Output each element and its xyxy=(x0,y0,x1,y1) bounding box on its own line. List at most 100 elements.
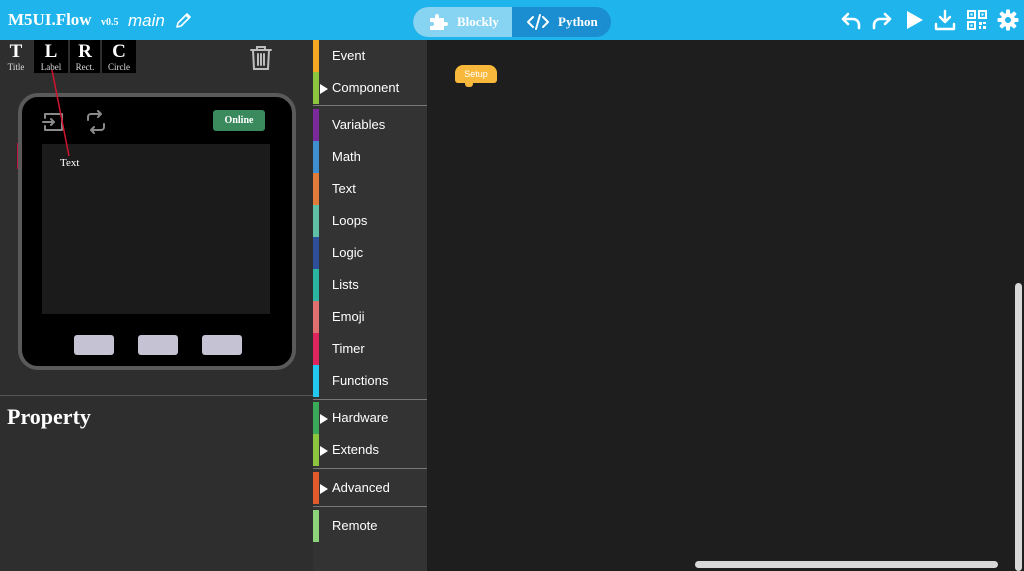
circle-tool-letter: C xyxy=(112,41,126,62)
python-tab[interactable]: Python xyxy=(512,7,611,37)
horizontal-scrollbar[interactable] xyxy=(695,561,998,568)
category-color-bar xyxy=(313,269,319,301)
undo-icon[interactable] xyxy=(840,9,862,31)
expand-arrow-icon xyxy=(320,446,328,456)
category-timer[interactable]: Timer xyxy=(313,333,427,365)
app: M5UI.Flow v0.5 main Blockly Python T Tit… xyxy=(0,0,1024,571)
category-label: Loops xyxy=(332,213,368,228)
expand-arrow-icon xyxy=(320,84,328,94)
category-color-bar xyxy=(313,237,319,269)
device-button-b[interactable] xyxy=(138,335,178,355)
label-tool[interactable]: L Label xyxy=(34,40,68,73)
category-hardware[interactable]: Hardware xyxy=(313,402,427,434)
category-component[interactable]: Component xyxy=(313,72,427,104)
device-screen[interactable]: Text xyxy=(42,144,270,314)
python-tab-label: Python xyxy=(558,14,598,29)
category-label: Logic xyxy=(332,245,364,260)
category-label: Timer xyxy=(332,341,365,356)
device-preview: Online Text xyxy=(18,93,296,370)
label-tool-letter: L xyxy=(44,41,58,62)
category-color-bar xyxy=(313,301,319,333)
pencil-icon[interactable] xyxy=(174,10,194,30)
category-list: Event Component Variables Math Text Loop… xyxy=(313,40,427,571)
property-title: Property xyxy=(7,404,91,429)
run-icon[interactable] xyxy=(903,9,925,31)
category-label: Event xyxy=(332,48,366,63)
category-separator xyxy=(313,506,427,507)
category-event[interactable]: Event xyxy=(313,40,427,72)
category-extends[interactable]: Extends xyxy=(313,434,427,466)
blockly-tab[interactable]: Blockly xyxy=(413,7,512,37)
top-bar: M5UI.Flow v0.5 main Blockly Python xyxy=(0,0,1024,40)
device-button-a[interactable] xyxy=(74,335,114,355)
vertical-scrollbar[interactable] xyxy=(1015,283,1022,571)
category-functions[interactable]: Functions xyxy=(313,365,427,397)
blockly-workspace[interactable]: Setup xyxy=(427,40,1024,571)
download-icon[interactable] xyxy=(934,9,956,31)
blockly-tab-label: Blockly xyxy=(457,14,499,29)
category-color-bar xyxy=(313,365,319,397)
category-label: Component xyxy=(332,80,400,95)
panel-divider xyxy=(0,395,313,396)
category-color-bar xyxy=(313,402,319,434)
category-color-bar xyxy=(313,109,319,141)
category-label: Remote xyxy=(332,518,378,533)
redo-icon[interactable] xyxy=(871,9,893,31)
expand-arrow-icon xyxy=(320,414,328,424)
category-math[interactable]: Math xyxy=(313,141,427,173)
code-icon xyxy=(527,14,549,30)
qr-code-icon[interactable] xyxy=(966,9,988,31)
screen-text-label[interactable]: Text xyxy=(60,157,79,169)
category-remote[interactable]: Remote xyxy=(313,510,427,542)
category-separator xyxy=(313,105,427,106)
category-label: Emoji xyxy=(332,309,365,324)
file-name[interactable]: main xyxy=(128,11,165,31)
category-color-bar xyxy=(313,173,319,205)
expand-arrow-icon xyxy=(320,484,328,494)
import-icon[interactable] xyxy=(42,110,66,134)
circle-tool-label: Circle xyxy=(108,62,130,72)
version-label: v0.5 xyxy=(101,17,119,28)
puzzle-icon xyxy=(430,14,448,30)
category-lists[interactable]: Lists xyxy=(313,269,427,301)
refresh-icon[interactable] xyxy=(84,110,108,134)
category-variables[interactable]: Variables xyxy=(313,109,427,141)
category-text[interactable]: Text xyxy=(313,173,427,205)
category-label: Extends xyxy=(332,442,379,457)
category-label: Variables xyxy=(332,117,386,132)
rect-tool-label: Rect. xyxy=(75,62,95,72)
setup-block[interactable]: Setup xyxy=(455,65,497,87)
category-label: Hardware xyxy=(332,410,389,425)
category-label: Text xyxy=(332,181,356,196)
rect-tool[interactable]: R Rect. xyxy=(70,40,100,73)
category-separator xyxy=(313,468,427,469)
category-loops[interactable]: Loops xyxy=(313,205,427,237)
left-panel: T Title L Label R Rect. C Circle Online … xyxy=(0,40,313,571)
title-tool[interactable]: T Title xyxy=(0,40,32,73)
category-color-bar xyxy=(313,434,319,466)
mode-toggle: Blockly Python xyxy=(413,7,611,37)
category-logic[interactable]: Logic xyxy=(313,237,427,269)
trash-icon[interactable] xyxy=(249,45,273,71)
category-advanced[interactable]: Advanced xyxy=(313,472,427,504)
category-color-bar xyxy=(313,472,319,504)
category-color-bar xyxy=(313,333,319,365)
category-label: Functions xyxy=(332,373,389,388)
category-label: Advanced xyxy=(332,480,390,495)
settings-icon[interactable] xyxy=(997,9,1019,31)
brand-title: M5UI.Flow xyxy=(8,10,92,29)
online-status-button[interactable]: Online xyxy=(213,110,265,131)
category-color-bar xyxy=(313,72,319,104)
category-color-bar xyxy=(313,510,319,542)
category-color-bar xyxy=(313,205,319,237)
device-button-c[interactable] xyxy=(202,335,242,355)
category-separator xyxy=(313,399,427,400)
category-color-bar xyxy=(313,40,319,72)
category-label: Lists xyxy=(332,277,359,292)
title-tool-letter: T xyxy=(9,41,23,62)
category-label: Math xyxy=(332,149,361,164)
category-color-bar xyxy=(313,141,319,173)
category-emoji[interactable]: Emoji xyxy=(313,301,427,333)
circle-tool[interactable]: C Circle xyxy=(102,40,136,73)
title-tool-label: Title xyxy=(7,62,25,72)
